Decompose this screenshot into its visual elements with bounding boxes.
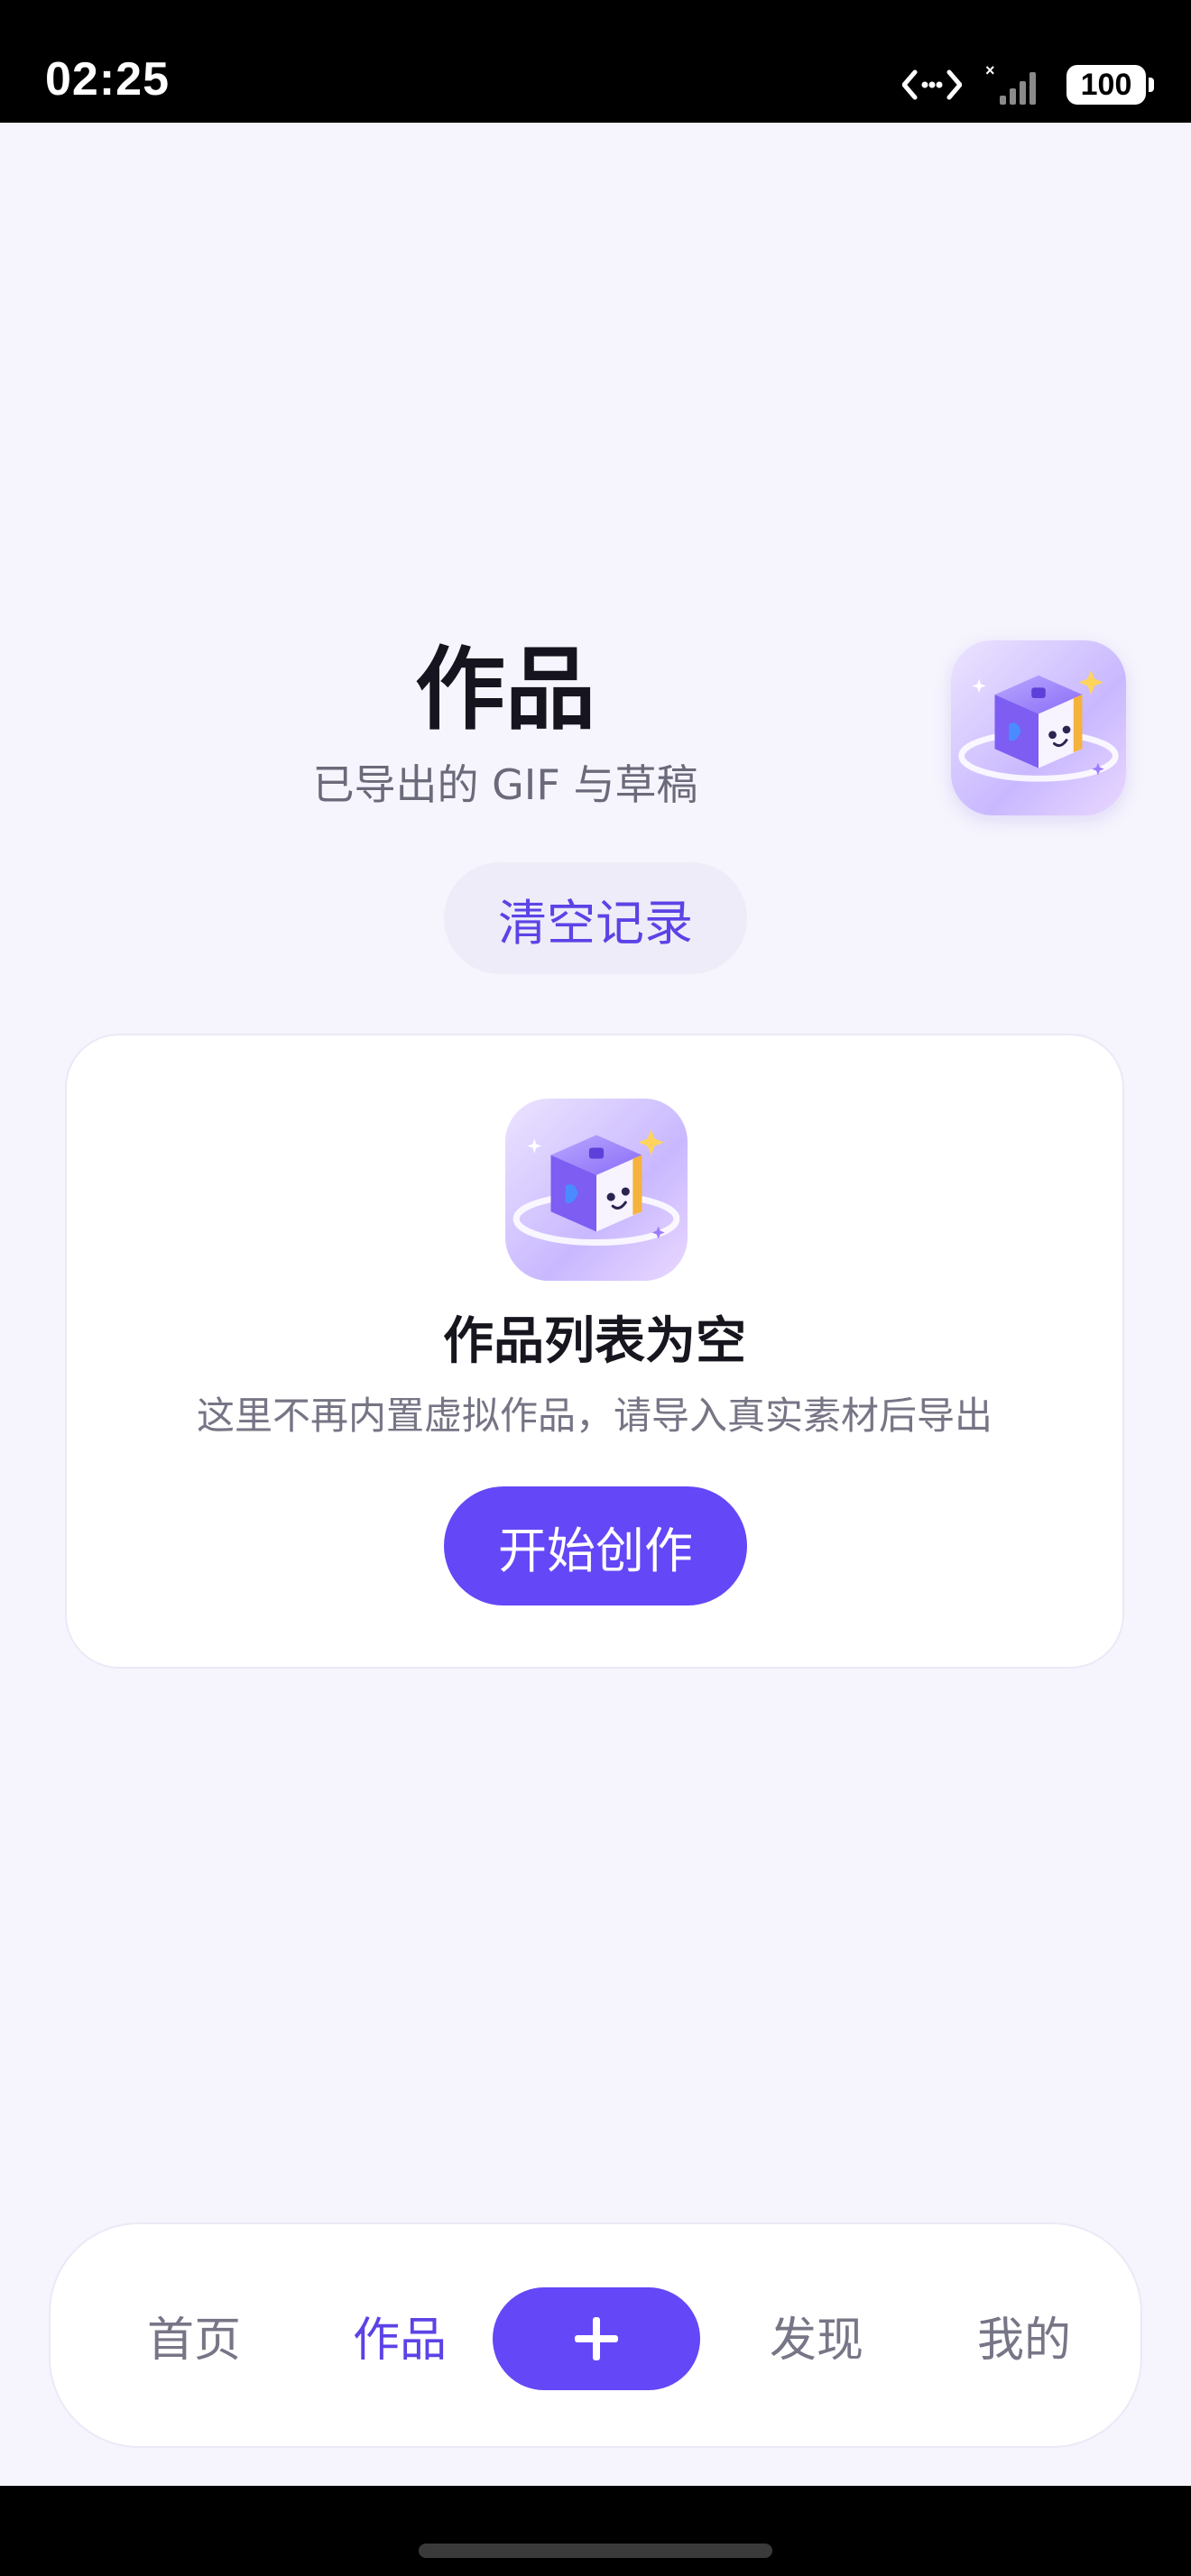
app-logo-icon	[951, 640, 1126, 815]
svg-text:×: ×	[985, 63, 995, 79]
page-title: 作品	[415, 637, 596, 742]
status-icons: × 100	[902, 63, 1154, 106]
app-logo-cube-icon	[505, 1099, 688, 1281]
start-creating-button[interactable]: 开始创作	[444, 1486, 747, 1605]
create-add-button[interactable]	[493, 2287, 700, 2390]
status-time: 02:25	[45, 53, 170, 106]
clear-records-button[interactable]: 清空记录	[444, 862, 747, 974]
bottom-nav: 首页 作品 发现 我的	[49, 2222, 1142, 2448]
status-bar: 02:25 × 100	[0, 0, 1191, 123]
plus-icon	[575, 2317, 618, 2360]
nav-item-mine[interactable]: 我的	[953, 2224, 1095, 2446]
empty-state-card: 作品列表为空 这里不再内置虚拟作品，请导入真实素材后导出 开始创作	[65, 1034, 1124, 1669]
battery-level: 100	[1080, 67, 1132, 102]
nav-item-works[interactable]: 作品	[328, 2224, 471, 2446]
empty-state-description: 这里不再内置虚拟作品，请导入真实素材后导出	[196, 1394, 992, 1438]
nav-item-discover[interactable]: 发现	[745, 2224, 888, 2446]
home-indicator[interactable]	[419, 2544, 772, 2558]
system-navigation-bar	[0, 2486, 1191, 2576]
no-signal-icon: ×	[985, 63, 1036, 105]
nav-item-home[interactable]: 首页	[123, 2224, 265, 2446]
battery-icon: 100	[1066, 65, 1154, 105]
network-arrows-icon	[902, 69, 962, 100]
empty-state-title: 作品列表为空	[443, 1312, 746, 1371]
page-subtitle: 已导出的 GIF 与草稿	[312, 760, 698, 809]
